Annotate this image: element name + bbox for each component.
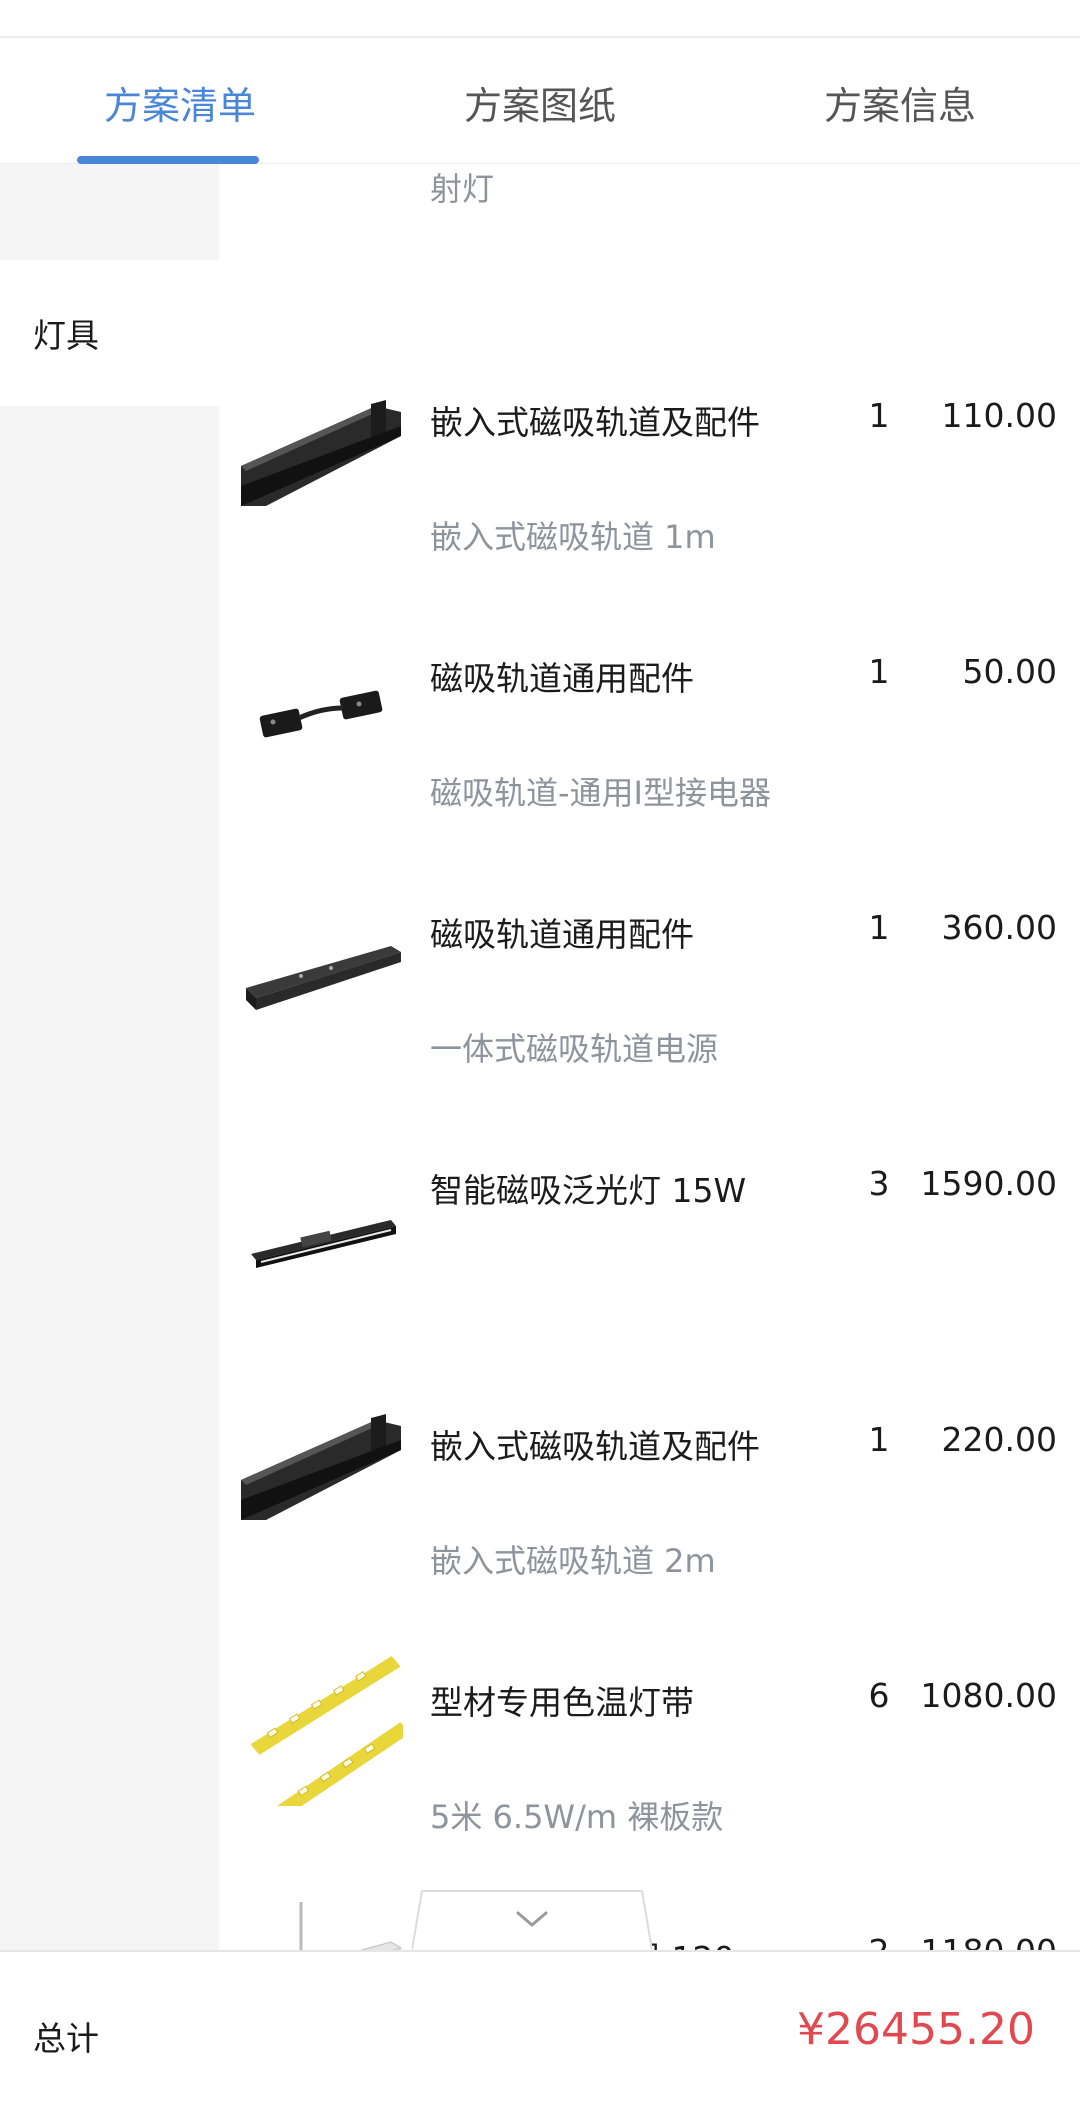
flood-light-icon [251, 1220, 396, 1268]
list-item[interactable]: 型材专用色温灯带 6 1080.00 5米 6.5W/m 裸板款 [219, 1606, 1080, 1862]
item-quantity: 1 [868, 652, 890, 691]
item-name: 磁吸轨道通用配件 [430, 659, 694, 698]
active-tab-indicator [77, 156, 259, 164]
category-sidebar: 灯具 [0, 164, 219, 1950]
item-quantity: 3 [868, 1164, 890, 1203]
tab-plan-info[interactable]: 方案信息 [720, 40, 1080, 164]
expand-collapse-handle[interactable] [412, 1889, 652, 1951]
product-list[interactable]: 射灯 嵌入式磁吸轨道及配件 1 110.00 嵌入式磁吸轨道 1m 磁吸轨道通用… [219, 164, 1080, 1950]
item-price: 220.00 [941, 1420, 1057, 1459]
item-quantity: 1 [868, 396, 890, 435]
sidebar-item-label: 灯具 [33, 316, 99, 355]
item-name: 磁吸轨道通用配件 [430, 915, 694, 954]
tab-plan-drawings[interactable]: 方案图纸 [360, 40, 720, 164]
item-desc: 磁吸轨道-通用I型接电器 [430, 774, 771, 812]
list-item[interactable]: 磁吸轨道通用配件 1 360.00 一体式磁吸轨道电源 [219, 838, 1080, 1094]
item-name: 智能磁吸泛光灯 15W [430, 1171, 747, 1210]
item-price: 1180.00 [921, 1932, 1057, 1950]
item-quantity: 2 [859, 1932, 899, 1950]
connector-icon [259, 690, 383, 738]
item-desc: 嵌入式磁吸轨道 1m [430, 518, 716, 556]
list-item[interactable]: 嵌入式磁吸轨道及配件 1 220.00 嵌入式磁吸轨道 2m [219, 1350, 1080, 1606]
list-item[interactable]: 嵌入式磁吸轨道及配件 1 110.00 嵌入式磁吸轨道 1m [219, 326, 1080, 582]
item-name: 嵌入式磁吸轨道及配件 [430, 403, 760, 442]
led-strip-icon [250, 1656, 403, 1806]
item-price: 1080.00 [920, 1676, 1057, 1715]
item-price: 110.00 [941, 396, 1057, 435]
item-quantity: 1 [868, 1420, 890, 1459]
tab-plan-list[interactable]: 方案清单 [0, 40, 360, 164]
item-desc: 一体式磁吸轨道电源 [430, 1030, 719, 1068]
controller-icon [299, 1902, 403, 1950]
spotlight-icon [279, 164, 399, 184]
status-strip [0, 0, 1080, 38]
list-item[interactable]: 智能磁吸泛光灯 15W 3 1590.00 [219, 1094, 1080, 1350]
total-label: 总计 [33, 2019, 99, 2058]
tab-label: 方案信息 [823, 83, 976, 128]
tab-label: 方案清单 [103, 83, 256, 128]
app-root: 方案清单 方案图纸 方案信息 灯具 射灯 嵌入式磁吸轨道及配件 1 110.00… [0, 0, 1080, 2121]
power-supply-icon [246, 946, 401, 1010]
total-bar: 总计 ¥26455.20 [0, 1950, 1080, 2121]
item-price: 360.00 [941, 908, 1057, 947]
item-quantity: 1 [868, 908, 890, 947]
item-quantity: 6 [868, 1676, 890, 1715]
item-desc: 射灯 [430, 170, 495, 208]
total-amount: ¥26455.20 [797, 2004, 1035, 2055]
sidebar-item-lamps[interactable]: 灯具 [0, 260, 219, 406]
tab-label: 方案图纸 [463, 83, 616, 128]
item-desc: 5米 6.5W/m 裸板款 [430, 1798, 724, 1836]
item-desc: 嵌入式磁吸轨道 2m [430, 1542, 716, 1580]
item-name: 嵌入式磁吸轨道及配件 [430, 1427, 760, 1466]
recessed-track-icon [241, 400, 401, 506]
item-name: 型材专用色温灯带 [430, 1683, 694, 1722]
item-price: 50.00 [962, 652, 1057, 691]
list-item[interactable]: 磁吸轨道通用配件 1 50.00 磁吸轨道-通用I型接电器 [219, 582, 1080, 838]
tab-bar: 方案清单 方案图纸 方案信息 [0, 40, 1080, 164]
recessed-track-icon [241, 1414, 401, 1520]
item-price: 1590.00 [920, 1164, 1057, 1203]
